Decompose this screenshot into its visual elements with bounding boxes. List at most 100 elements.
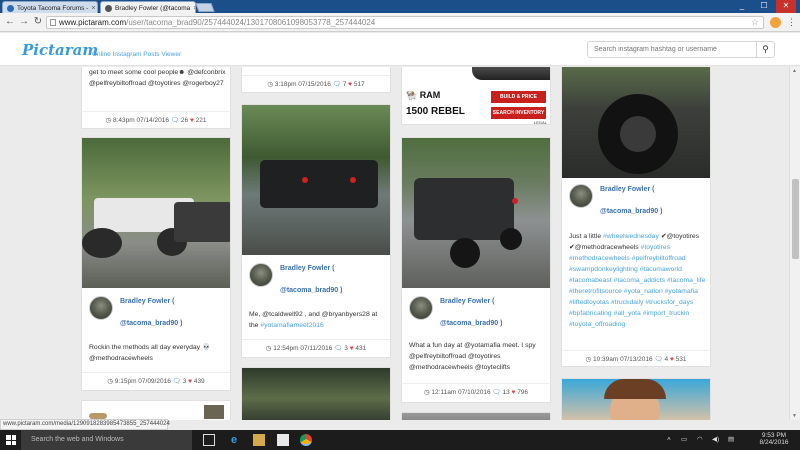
taskbar-clock[interactable]: 9:53 PM 8/24/2016 bbox=[759, 432, 789, 446]
clock-icon: ◷ bbox=[267, 81, 273, 88]
hashtag-link[interactable]: #swampdonkeylighting bbox=[569, 266, 638, 273]
post-author[interactable]: Bradley Fowler ( @tacoma_brad90 ) bbox=[562, 178, 710, 224]
author-handle[interactable]: @tacoma_brad90 ) bbox=[280, 287, 342, 294]
hashtag-link[interactable]: #methodracewheels bbox=[569, 255, 630, 262]
post-photo[interactable] bbox=[242, 368, 390, 420]
post-author[interactable]: Bradley Fowler ( @tacoma_brad90 ) bbox=[242, 257, 390, 303]
volume-icon[interactable]: ◀) bbox=[712, 435, 719, 443]
post-photo[interactable] bbox=[562, 379, 710, 420]
hashtag-link[interactable]: #tacomaworld bbox=[640, 266, 682, 273]
search-input[interactable] bbox=[588, 42, 753, 57]
close-tab-icon[interactable]: × bbox=[91, 5, 95, 12]
hashtag-link[interactable]: #yotamafiameet2016 bbox=[260, 322, 323, 329]
hashtag-link[interactable]: #bpfabricating bbox=[569, 310, 612, 317]
post-card: Bradley Fowler ( @tacoma_brad90 ) Me, @t… bbox=[241, 104, 391, 358]
chrome-icon[interactable] bbox=[300, 434, 312, 446]
maximize-button[interactable]: ☐ bbox=[754, 0, 774, 13]
edge-icon[interactable]: e bbox=[228, 434, 240, 446]
tab-toyota-forums[interactable]: Toyota Tacoma Forums - × bbox=[2, 1, 98, 13]
tab-bradley-fowler[interactable]: Bradley Fowler (@tacoma × bbox=[100, 1, 196, 13]
store-icon[interactable] bbox=[277, 434, 289, 446]
hashtag-link[interactable]: #theretrofitsource bbox=[569, 288, 622, 295]
extension-icon[interactable] bbox=[770, 17, 781, 28]
page-icon bbox=[50, 19, 56, 26]
author-name[interactable]: Bradley Fowler ( bbox=[600, 186, 654, 193]
hashtag-link[interactable]: #tacomabeast bbox=[569, 277, 612, 284]
author-name[interactable]: Bradley Fowler ( bbox=[280, 265, 334, 272]
search-icon[interactable]: ⚲ bbox=[756, 42, 774, 57]
hashtag-link[interactable]: #wheelwednesday bbox=[603, 233, 659, 240]
reload-icon[interactable]: ↻ bbox=[32, 16, 44, 28]
search-inventory-button[interactable]: SEARCH INVENTORY bbox=[491, 107, 546, 119]
bookmark-star-icon[interactable]: ☆ bbox=[751, 17, 759, 28]
comment-icon: 🗨 bbox=[492, 389, 501, 396]
forum-favicon-icon bbox=[7, 4, 14, 12]
back-arrow-icon[interactable]: ← bbox=[4, 16, 16, 28]
post-card bbox=[81, 400, 231, 420]
post-card: Bradley Fowler ( @tacoma_brad90 ) What a… bbox=[401, 137, 551, 403]
author-handle[interactable]: @tacoma_brad90 ) bbox=[440, 320, 502, 327]
ad-legal: LEGAL bbox=[534, 120, 547, 125]
tray-chevron-icon[interactable]: ˄ bbox=[667, 436, 671, 443]
post-photo[interactable] bbox=[402, 138, 550, 288]
scroll-down-icon[interactable]: ▼ bbox=[792, 413, 797, 419]
author-handle[interactable]: @tacoma_brad90 ) bbox=[600, 208, 662, 215]
hashtag-link[interactable]: #truckdaily bbox=[611, 299, 644, 306]
avatar[interactable] bbox=[569, 184, 593, 208]
post-time: 12:11am 07/10/2016 bbox=[431, 389, 491, 396]
advertisement[interactable]: 🐏 RAM 1500 REBEL BUILD & PRICE SEARCH IN… bbox=[401, 67, 551, 125]
minimize-button[interactable]: _ bbox=[732, 0, 752, 13]
pictaram-logo[interactable]: Pictaram bbox=[22, 41, 98, 59]
post-caption: Rockin the methods all day everyday 💀 @m… bbox=[89, 344, 211, 362]
heart-icon: ♥ bbox=[669, 356, 674, 363]
task-view-icon[interactable] bbox=[203, 434, 215, 446]
hashtag-link[interactable]: #liftedtoyotas bbox=[569, 299, 609, 306]
like-count: 517 bbox=[353, 81, 365, 88]
hashtag-link[interactable]: #tacoma_addicts bbox=[614, 277, 665, 284]
close-window-button[interactable]: ✕ bbox=[776, 0, 796, 13]
hashtag-link[interactable]: #toyotires bbox=[641, 244, 670, 251]
comment-icon: 🗨 bbox=[654, 356, 663, 363]
tab-title: Bradley Fowler (@tacoma bbox=[115, 4, 191, 12]
chrome-menu-icon[interactable]: ⋮ bbox=[787, 17, 796, 27]
address-bar[interactable]: www.pictaram.com/user/tacoma_brad90/2574… bbox=[46, 16, 764, 29]
file-explorer-icon[interactable] bbox=[253, 434, 265, 446]
site-header: Pictaram Online Instagram Posts Viewer ⚲ bbox=[0, 33, 800, 66]
post-author[interactable]: Bradley Fowler ( @tacoma_brad90 ) bbox=[82, 290, 230, 336]
post-photo[interactable] bbox=[242, 105, 390, 255]
build-price-button[interactable]: BUILD & PRICE bbox=[491, 91, 546, 103]
post-photo[interactable] bbox=[562, 67, 710, 178]
author-name[interactable]: Bradley Fowler ( bbox=[440, 298, 494, 305]
heart-icon: ♥ bbox=[189, 117, 194, 124]
hashtag-link[interactable]: #tacoma_life bbox=[667, 277, 706, 284]
post-photo[interactable] bbox=[82, 138, 230, 288]
scrollbar-thumb[interactable] bbox=[792, 179, 799, 259]
battery-icon[interactable]: ▭ bbox=[681, 435, 687, 443]
hashtag-link[interactable]: #pelfreybiltoffroad bbox=[632, 255, 686, 262]
post-photo[interactable] bbox=[402, 413, 550, 420]
wifi-icon[interactable]: ◠ bbox=[697, 435, 703, 443]
hashtag-link[interactable]: #yota_nation bbox=[624, 288, 663, 295]
url-path: /user/tacoma_brad90/257444024/1301708061… bbox=[126, 18, 376, 27]
avatar[interactable] bbox=[249, 263, 273, 287]
hashtag-link[interactable]: #trucksfor_days bbox=[645, 299, 693, 306]
windows-start-icon[interactable] bbox=[6, 435, 16, 445]
hashtag-link[interactable]: #yotamafia bbox=[665, 288, 698, 295]
comment-icon: 🗨 bbox=[172, 378, 181, 385]
comment-count: 3 bbox=[182, 378, 187, 385]
avatar[interactable] bbox=[89, 296, 113, 320]
avatar[interactable] bbox=[409, 296, 433, 320]
post-author[interactable]: Bradley Fowler ( @tacoma_brad90 ) bbox=[402, 290, 550, 336]
hashtag-link[interactable]: #all_yota bbox=[614, 310, 641, 317]
author-handle[interactable]: @tacoma_brad90 ) bbox=[120, 320, 182, 327]
taskbar-search[interactable]: Search the web and Windows bbox=[21, 430, 192, 450]
forward-arrow-icon[interactable]: → bbox=[18, 16, 30, 28]
hashtag-link[interactable]: #import_truckin bbox=[643, 310, 689, 317]
message-icon[interactable]: ▤ bbox=[728, 435, 734, 443]
new-tab-button[interactable] bbox=[195, 3, 215, 12]
like-count: 221 bbox=[195, 117, 207, 124]
page-scrollbar[interactable]: ▲ ▼ bbox=[789, 67, 800, 420]
author-name[interactable]: Bradley Fowler ( bbox=[120, 298, 174, 305]
hashtag-link[interactable]: #toyota_offroading bbox=[569, 321, 625, 328]
scroll-up-icon[interactable]: ▲ bbox=[792, 68, 797, 74]
